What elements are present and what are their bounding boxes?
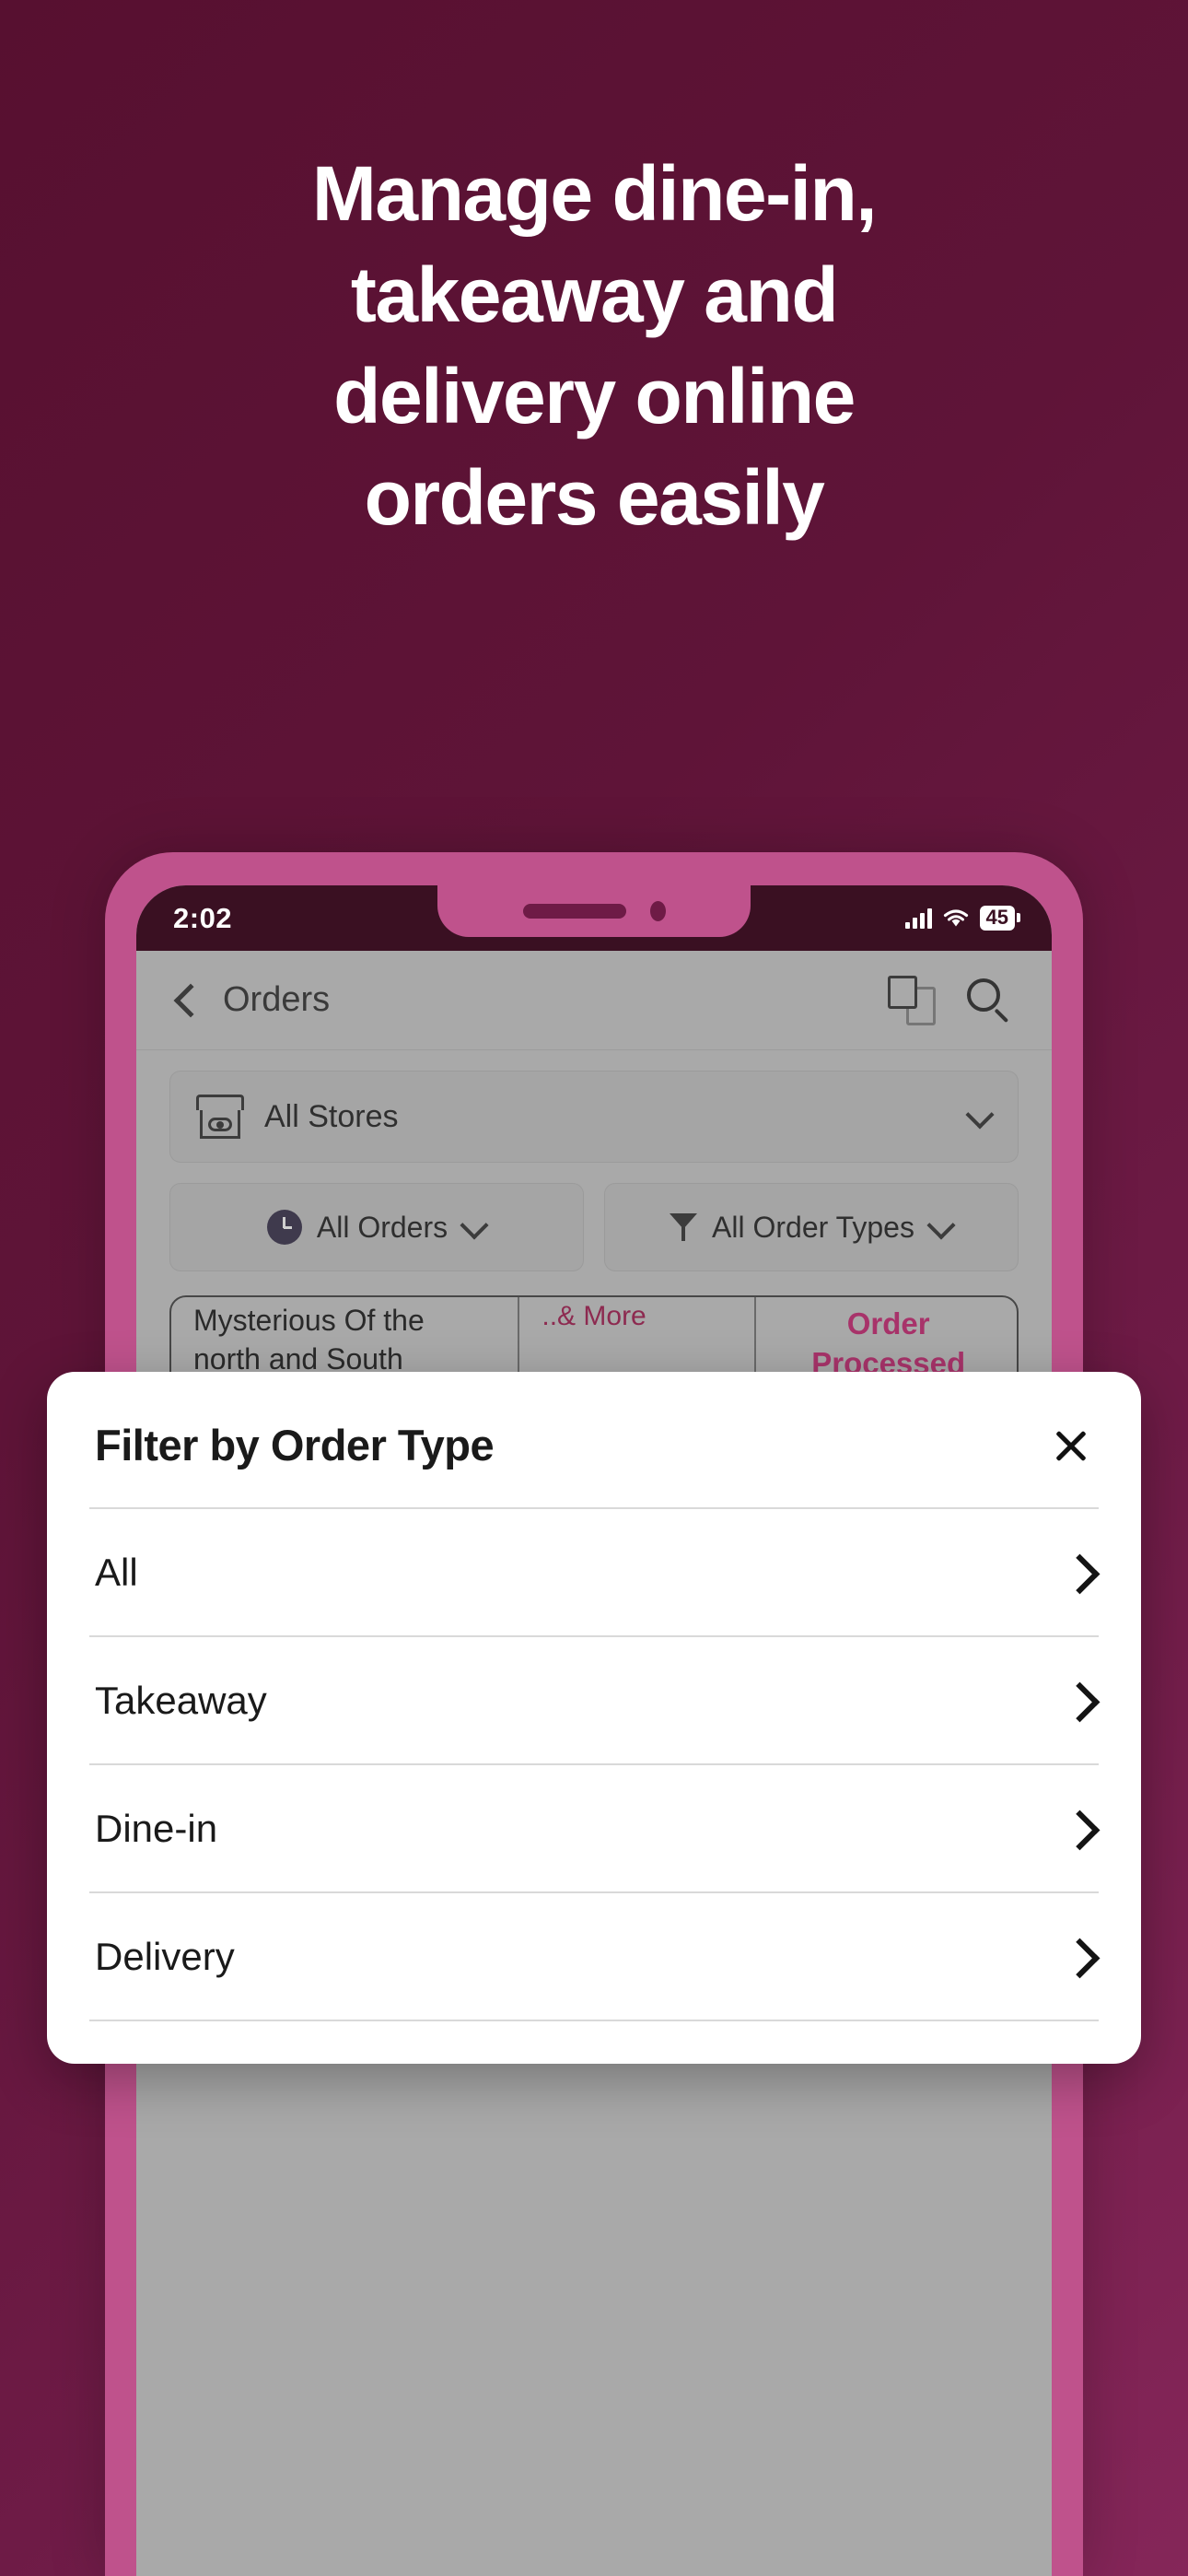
status-bar: 2:02 45 bbox=[136, 885, 1052, 951]
chevron-right-icon bbox=[1066, 1809, 1093, 1848]
headline-line-1: Manage dine-in, bbox=[311, 150, 878, 237]
wifi-icon bbox=[943, 908, 968, 926]
back-chevron-icon[interactable] bbox=[175, 982, 197, 1019]
modal-title: Filter by Order Type bbox=[95, 1421, 495, 1469]
phone-notch bbox=[437, 885, 751, 937]
chevron-down-icon bbox=[929, 1215, 953, 1239]
all-orders-chip[interactable]: All Orders bbox=[169, 1183, 584, 1271]
order-type-label: Dine-in bbox=[95, 1806, 218, 1850]
headline-line-4: orders easily bbox=[364, 454, 825, 541]
chevron-right-icon bbox=[1066, 1681, 1093, 1720]
filters-section: All Stores All Orders All Order Types bbox=[136, 1050, 1052, 1271]
order-type-label: Delivery bbox=[95, 1934, 235, 1978]
order-store-name: Mysterious Of the north and South bbox=[193, 1304, 425, 1376]
storefront-icon bbox=[196, 1093, 244, 1141]
chevron-down-icon bbox=[462, 1215, 486, 1239]
clock-icon bbox=[266, 1210, 302, 1245]
chevron-down-icon bbox=[968, 1105, 992, 1129]
order-type-option-takeaway[interactable]: Takeaway bbox=[89, 1637, 1099, 1765]
speaker-grille bbox=[522, 904, 626, 919]
all-order-types-chip-label: All Order Types bbox=[712, 1210, 914, 1244]
order-type-option-delivery[interactable]: Delivery bbox=[89, 1893, 1099, 2021]
copy-icon[interactable] bbox=[888, 975, 939, 1025]
headline-line-3: delivery online bbox=[333, 353, 856, 439]
page-title: Orders bbox=[223, 980, 331, 1019]
front-camera bbox=[649, 901, 666, 921]
modal-header: Filter by Order Type bbox=[89, 1372, 1099, 1509]
order-type-option-all[interactable]: All bbox=[89, 1509, 1099, 1637]
search-icon[interactable] bbox=[965, 977, 1013, 1025]
signal-bars-icon bbox=[904, 907, 932, 929]
order-type-label: All bbox=[95, 1550, 138, 1594]
headline-line-2: takeaway and bbox=[350, 252, 839, 338]
page-headline: Manage dine-in, takeaway and delivery on… bbox=[0, 155, 1188, 560]
filter-order-type-modal: Filter by Order Type All Takeaway Dine-i… bbox=[47, 1372, 1141, 2064]
battery-indicator: 45 bbox=[979, 906, 1021, 931]
all-order-types-chip[interactable]: All Order Types bbox=[604, 1183, 1019, 1271]
order-type-option-dine-in[interactable]: Dine-in bbox=[89, 1765, 1099, 1893]
chevron-right-icon bbox=[1066, 1553, 1093, 1592]
status-time: 2:02 bbox=[173, 901, 233, 934]
close-icon[interactable] bbox=[1049, 1423, 1093, 1468]
chevron-right-icon bbox=[1066, 1938, 1093, 1976]
filter-chip-row: All Orders All Order Types bbox=[169, 1183, 1019, 1271]
order-items-more: ..& More bbox=[542, 1301, 646, 1331]
store-filter-label: All Stores bbox=[264, 1098, 399, 1134]
store-filter-dropdown[interactable]: All Stores bbox=[169, 1071, 1019, 1163]
app-header: Orders bbox=[136, 951, 1052, 1050]
funnel-icon bbox=[670, 1212, 698, 1243]
all-orders-chip-label: All Orders bbox=[316, 1210, 448, 1244]
order-type-label: Takeaway bbox=[95, 1678, 267, 1722]
status-indicators: 45 bbox=[904, 906, 1021, 931]
